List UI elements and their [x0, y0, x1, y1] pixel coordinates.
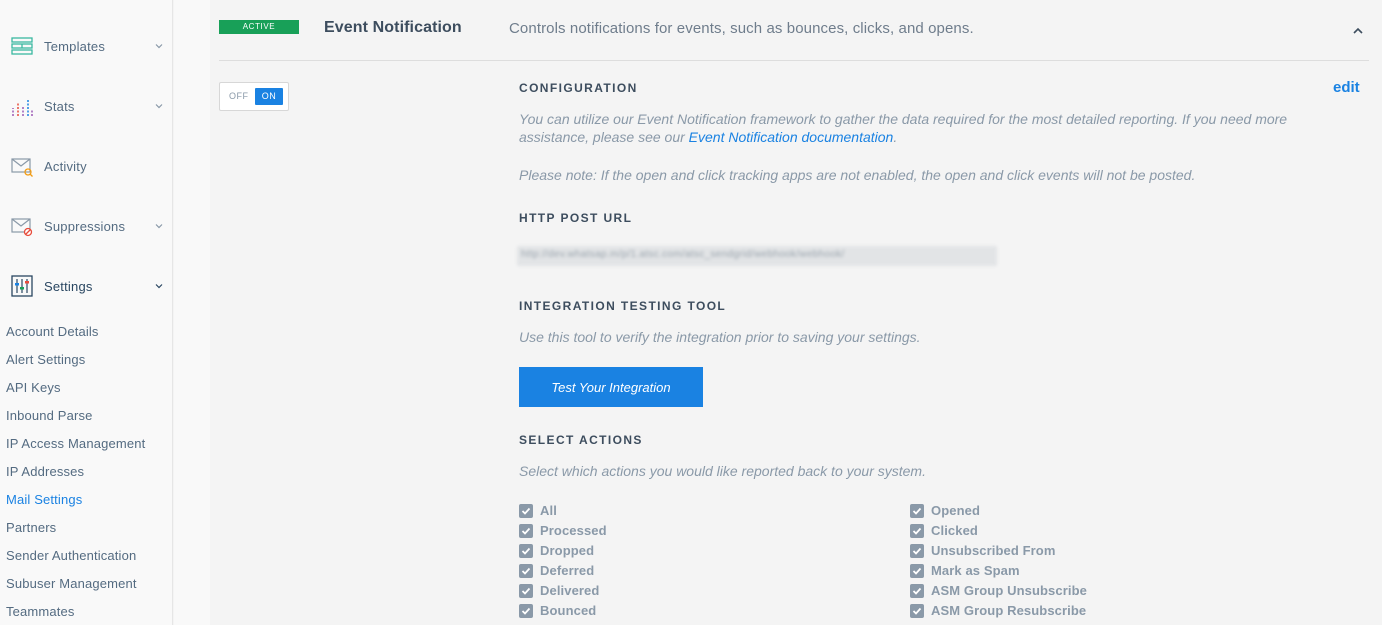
select-actions-heading: SELECT ACTIONS	[519, 433, 643, 447]
settings-sub-teammates[interactable]: Teammates	[6, 604, 75, 619]
settings-sub-ip-addresses[interactable]: IP Addresses	[6, 464, 84, 479]
sidebar-gutter	[174, 0, 210, 625]
action-checkbox-label: All	[540, 503, 557, 518]
action-checkbox-label: Mark as Spam	[931, 563, 1020, 578]
action-checkbox-processed[interactable]: Processed	[519, 523, 607, 538]
settings-sub-ip-access-management[interactable]: IP Access Management	[6, 436, 145, 451]
action-checkbox-label: Clicked	[931, 523, 978, 538]
checkbox-checked-icon[interactable]	[519, 563, 533, 578]
nav-item-suppressions[interactable]: Suppressions	[0, 206, 173, 246]
setting-subtitle: Controls notifications for events, such …	[509, 20, 974, 37]
checkbox-checked-icon[interactable]	[519, 503, 533, 518]
action-checkbox-opened[interactable]: Opened	[910, 503, 980, 518]
nav-label: Suppressions	[44, 218, 126, 234]
action-checkbox-asm-group-resubscribe[interactable]: ASM Group Resubscribe	[910, 603, 1086, 618]
nav-label: Settings	[44, 278, 93, 294]
action-checkbox-label: Unsubscribed From	[931, 543, 1056, 558]
action-checkbox-asm-group-unsubscribe[interactable]: ASM Group Unsubscribe	[910, 583, 1087, 598]
action-checkbox-bounced[interactable]: Bounced	[519, 603, 596, 618]
settings-sub-mail-settings[interactable]: Mail Settings	[6, 492, 82, 507]
setting-header[interactable]: ACTIVE Event Notification Controls notif…	[219, 0, 1369, 61]
stats-icon	[11, 95, 33, 117]
action-checkbox-label: ASM Group Resubscribe	[931, 603, 1087, 618]
integration-testing-heading: INTEGRATION TESTING TOOL	[519, 299, 727, 313]
action-checkbox-mark-as-spam[interactable]: Mark as Spam	[910, 563, 1020, 578]
nav-label: Stats	[44, 98, 75, 114]
chevron-down-icon	[153, 279, 165, 291]
select-actions-description: Select which actions you would like repo…	[519, 463, 926, 479]
configuration-description-text: You can utilize our Event Notification f…	[519, 111, 1288, 145]
nav-label: Activity	[44, 158, 87, 174]
activity-icon	[11, 155, 33, 177]
suppressions-icon	[11, 215, 33, 237]
checkbox-checked-icon[interactable]	[910, 543, 924, 558]
configuration-description-end: .	[893, 129, 898, 145]
action-checkbox-all[interactable]: All	[519, 503, 557, 518]
integration-testing-description: Use this tool to verify the integration …	[519, 329, 921, 345]
action-checkbox-dropped[interactable]: Dropped	[519, 543, 594, 558]
toggle-on-label: ON	[255, 88, 283, 105]
status-badge: ACTIVE	[219, 20, 299, 34]
http-post-url-value: http://dev.whatsap.m/p/1.atsc.com/atsc_s…	[517, 246, 997, 266]
settings-sub-subuser-management[interactable]: Subuser Management	[6, 576, 137, 591]
templates-icon	[11, 35, 33, 57]
action-checkbox-label: Processed	[540, 523, 607, 538]
action-checkbox-label: Dropped	[540, 543, 595, 558]
action-checkbox-label: Delivered	[540, 583, 600, 598]
settings-sub-alert-settings[interactable]: Alert Settings	[6, 352, 85, 367]
test-integration-button[interactable]: Test Your Integration	[519, 367, 703, 407]
action-checkbox-label: Deferred	[540, 563, 595, 578]
checkbox-checked-icon[interactable]	[519, 583, 533, 598]
action-checkbox-deferred[interactable]: Deferred	[519, 563, 594, 578]
sidebar: Templates Stats Activity Suppressions Se…	[0, 0, 173, 625]
checkbox-checked-icon[interactable]	[910, 503, 924, 518]
http-post-url-text: http://dev.whatsap.m/p/1.atsc.com/atsc_s…	[521, 249, 845, 260]
setting-title: Event Notification	[324, 19, 462, 36]
configuration-description: You can utilize our Event Notification f…	[519, 110, 1309, 146]
nav-label: Templates	[44, 38, 106, 54]
configuration-heading: CONFIGURATION	[519, 81, 638, 95]
action-checkbox-label: Bounced	[540, 603, 597, 618]
nav-item-templates[interactable]: Templates	[0, 26, 173, 66]
settings-sub-inbound-parse[interactable]: Inbound Parse	[6, 408, 93, 423]
chevron-up-icon[interactable]	[1351, 24, 1365, 36]
nav-item-stats[interactable]: Stats	[0, 86, 173, 126]
checkbox-checked-icon[interactable]	[519, 603, 533, 618]
checkbox-checked-icon[interactable]	[519, 543, 533, 558]
checkbox-checked-icon[interactable]	[910, 523, 924, 538]
action-checkbox-unsubscribed-from[interactable]: Unsubscribed From	[910, 543, 1056, 558]
checkbox-checked-icon[interactable]	[519, 523, 533, 538]
settings-sub-sender-authentication[interactable]: Sender Authentication	[6, 548, 136, 563]
nav-item-settings[interactable]: Settings	[0, 266, 173, 306]
action-checkbox-label: ASM Group Unsubscribe	[931, 583, 1087, 598]
settings-sub-partners[interactable]: Partners	[6, 520, 56, 535]
http-post-url-heading: HTTP POST URL	[519, 211, 633, 225]
checkbox-checked-icon[interactable]	[910, 583, 924, 598]
settings-sub-api-keys[interactable]: API Keys	[6, 380, 61, 395]
chevron-down-icon	[153, 219, 165, 231]
checkbox-checked-icon[interactable]	[910, 563, 924, 578]
action-checkbox-clicked[interactable]: Clicked	[910, 523, 978, 538]
action-checkbox-delivered[interactable]: Delivered	[519, 583, 599, 598]
event-notification-docs-link[interactable]: Event Notification documentation	[689, 129, 894, 145]
tracking-note: Please note: If the open and click track…	[519, 167, 1196, 183]
chevron-down-icon	[153, 39, 165, 51]
enable-toggle[interactable]: OFF ON	[219, 82, 289, 111]
nav-item-activity[interactable]: Activity	[0, 146, 173, 186]
settings-icon	[11, 275, 33, 297]
settings-sub-account-details[interactable]: Account Details	[6, 324, 99, 339]
chevron-down-icon	[153, 99, 165, 111]
action-checkbox-label: Opened	[931, 503, 980, 518]
checkbox-checked-icon[interactable]	[910, 603, 924, 618]
toggle-off-label: OFF	[229, 91, 249, 101]
edit-link[interactable]: edit	[1333, 79, 1360, 96]
